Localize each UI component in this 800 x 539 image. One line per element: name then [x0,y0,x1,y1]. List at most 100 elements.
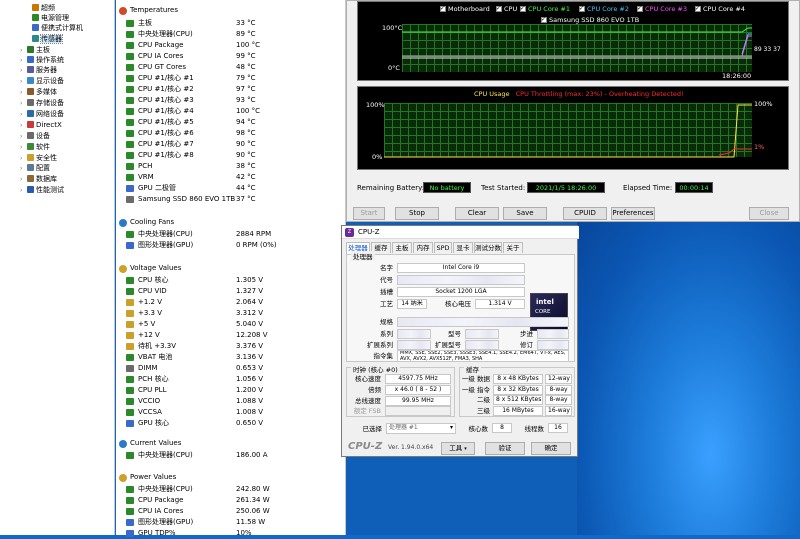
cpuz-tab[interactable]: 测试分数 [474,242,502,253]
sensor-row[interactable]: CPU #1/核心 #3 93 °C [116,95,346,106]
legend-checkbox-icon[interactable] [695,4,701,13]
legend-checkbox-icon[interactable] [520,4,526,13]
expand-arrow-icon[interactable]: › [20,77,27,87]
sensor-row[interactable]: DIMM 0.653 V [116,363,346,374]
legend-checkbox-icon[interactable] [637,4,643,13]
cpuz-titlebar[interactable]: Z CPU-Z [342,226,579,239]
tree-item[interactable]: › 显示设备 [20,76,64,86]
sensor-row[interactable]: PCH 38 °C [116,161,346,172]
sensor-row[interactable]: 中央处理器(CPU) 186.00 A [116,450,346,461]
sensor-row[interactable]: CPU PLL 1.200 V [116,385,346,396]
validate-button[interactable]: 验证 [485,442,525,455]
graph-legend-item[interactable]: Samsung SSD 860 EVO 1TB [541,15,639,25]
tree-item[interactable]: › 设备 [20,131,50,141]
tree-item[interactable]: › 配置 [20,163,50,173]
sensor-row[interactable]: CPU 核心 1.305 V [116,275,346,286]
sensor-row[interactable]: CPU #1/核心 #7 90 °C [116,139,346,150]
preferences-button[interactable]: Preferences [611,207,655,220]
expand-arrow-icon[interactable]: › [20,121,27,131]
legend-checkbox-icon[interactable] [541,15,547,24]
graph-legend-item[interactable]: Motherboard [440,4,490,14]
sensor-row[interactable]: CPU #1/核心 #4 100 °C [116,106,346,117]
sensor-row[interactable]: 中央处理器(CPU) 242.80 W [116,484,346,495]
tree-item[interactable]: 电源管理 [32,13,69,23]
tree-item[interactable]: › DirectX [20,120,62,130]
save-button[interactable]: Save [503,207,547,220]
tree-item[interactable]: › 软件 [20,142,50,152]
expand-arrow-icon[interactable]: › [20,110,27,120]
sensor-row[interactable]: +5 V 5.040 V [116,319,346,330]
cpuz-tab[interactable]: 内存 [413,242,433,253]
cpuz-tab[interactable]: 显卡 [453,242,473,253]
sensor-row[interactable]: PCH 核心 1.056 V [116,374,346,385]
sensor-row[interactable]: CPU #1/核心 #8 90 °C [116,150,346,161]
sensor-row[interactable]: CPU #1/核心 #2 97 °C [116,84,346,95]
tree-item[interactable]: › 服务器 [20,65,57,75]
expand-arrow-icon[interactable]: › [20,186,27,196]
tree-item[interactable]: › 多媒体 [20,87,57,97]
tree-item[interactable]: › 性能测试 [20,185,64,195]
sensor-row[interactable]: CPU IA Cores 250.06 W [116,506,346,517]
sensor-row[interactable]: CPU Package 261.34 W [116,495,346,506]
graph-legend-item[interactable]: CPU Core #3 [637,4,687,14]
tree-item[interactable]: › 存储设备 [20,98,64,108]
sensor-row[interactable]: CPU Package 100 °C [116,40,346,51]
cpuz-tab[interactable]: 主板 [392,242,412,253]
legend-checkbox-icon[interactable] [579,4,585,13]
sensor-row[interactable]: 中央处理器(CPU) 2884 RPM [116,229,346,240]
expand-arrow-icon[interactable]: › [20,143,27,153]
tree-item[interactable]: › 操作系统 [20,55,64,65]
sensor-row[interactable]: GPU 核心 0.650 V [116,418,346,429]
tree-item[interactable]: 超频 [32,3,55,13]
tree-item[interactable]: › 主板 [20,45,50,55]
close-button[interactable]: Close [749,207,789,220]
cpuz-tab[interactable]: SPD [434,242,452,253]
graph-legend-item[interactable]: CPU Core #1 [520,4,570,14]
tree-item[interactable]: 便携式计算机 [32,23,83,33]
sensor-row[interactable]: +12 V 12.208 V [116,330,346,341]
tools-button[interactable]: 工具 ▾ [441,442,475,455]
sensor-row[interactable]: VBAT 电池 3.136 V [116,352,346,363]
sensor-row[interactable]: CPU GT Cores 48 °C [116,62,346,73]
cpuz-tab[interactable]: 关于 [503,242,523,253]
ok-button[interactable]: 确定 [531,442,571,455]
sensor-row[interactable]: CPU #1/核心 #1 79 °C [116,73,346,84]
sensor-row[interactable]: 图形处理器(GPU) 11.58 W [116,517,346,528]
expand-arrow-icon[interactable]: › [20,132,27,142]
sensor-row[interactable]: Samsung SSD 860 EVO 1TB 37 °C [116,194,346,205]
sensor-row[interactable]: VRM 42 °C [116,172,346,183]
graph-legend-item[interactable]: CPU Core #2 [579,4,629,14]
stop-button[interactable]: Stop [395,207,439,220]
sensor-row[interactable]: GPU 二极管 44 °C [116,183,346,194]
tree-item[interactable]: 传感器 [32,34,63,44]
expand-arrow-icon[interactable]: › [20,88,27,98]
graph-legend-item[interactable]: CPU Core #4 [695,4,745,14]
legend-checkbox-icon[interactable] [496,4,502,13]
start-button[interactable]: Start [353,207,385,220]
tree-item[interactable]: › 安全性 [20,153,57,163]
clear-button[interactable]: Clear [455,207,499,220]
legend-checkbox-icon[interactable] [440,4,446,13]
sensor-row[interactable]: CPU VID 1.327 V [116,286,346,297]
tree-item[interactable]: › 网络设备 [20,109,64,119]
sensor-row[interactable]: VCCIO 1.088 V [116,396,346,407]
tree-item[interactable]: › 数据库 [20,174,57,184]
sensor-row[interactable]: CPU IA Cores 99 °C [116,51,346,62]
expand-arrow-icon[interactable]: › [20,66,27,76]
sensor-row[interactable]: 待机 +3.3V 3.376 V [116,341,346,352]
sensor-row[interactable]: 中央处理器(CPU) 89 °C [116,29,346,40]
sensor-row[interactable]: 图形处理器(GPU) 0 RPM (0%) [116,240,346,251]
cpuid-button[interactable]: CPUID [563,207,607,220]
sensor-row[interactable]: CPU #1/核心 #5 94 °C [116,117,346,128]
sensor-row[interactable]: +3.3 V 3.312 V [116,308,346,319]
sensor-row[interactable]: GPU TDP% 10% [116,528,346,539]
processor-select[interactable]: 处理器 #1 ▾ [386,423,456,434]
sensor-row[interactable]: VCCSA 1.008 V [116,407,346,418]
expand-arrow-icon[interactable]: › [20,175,27,185]
graph-legend-item[interactable]: CPU [496,4,517,14]
expand-arrow-icon[interactable]: › [20,99,27,109]
expand-arrow-icon[interactable]: › [20,164,27,174]
sensor-row[interactable]: CPU #1/核心 #6 98 °C [116,128,346,139]
sensor-row[interactable]: +1.2 V 2.064 V [116,297,346,308]
sensor-row[interactable]: 主板 33 °C [116,18,346,29]
